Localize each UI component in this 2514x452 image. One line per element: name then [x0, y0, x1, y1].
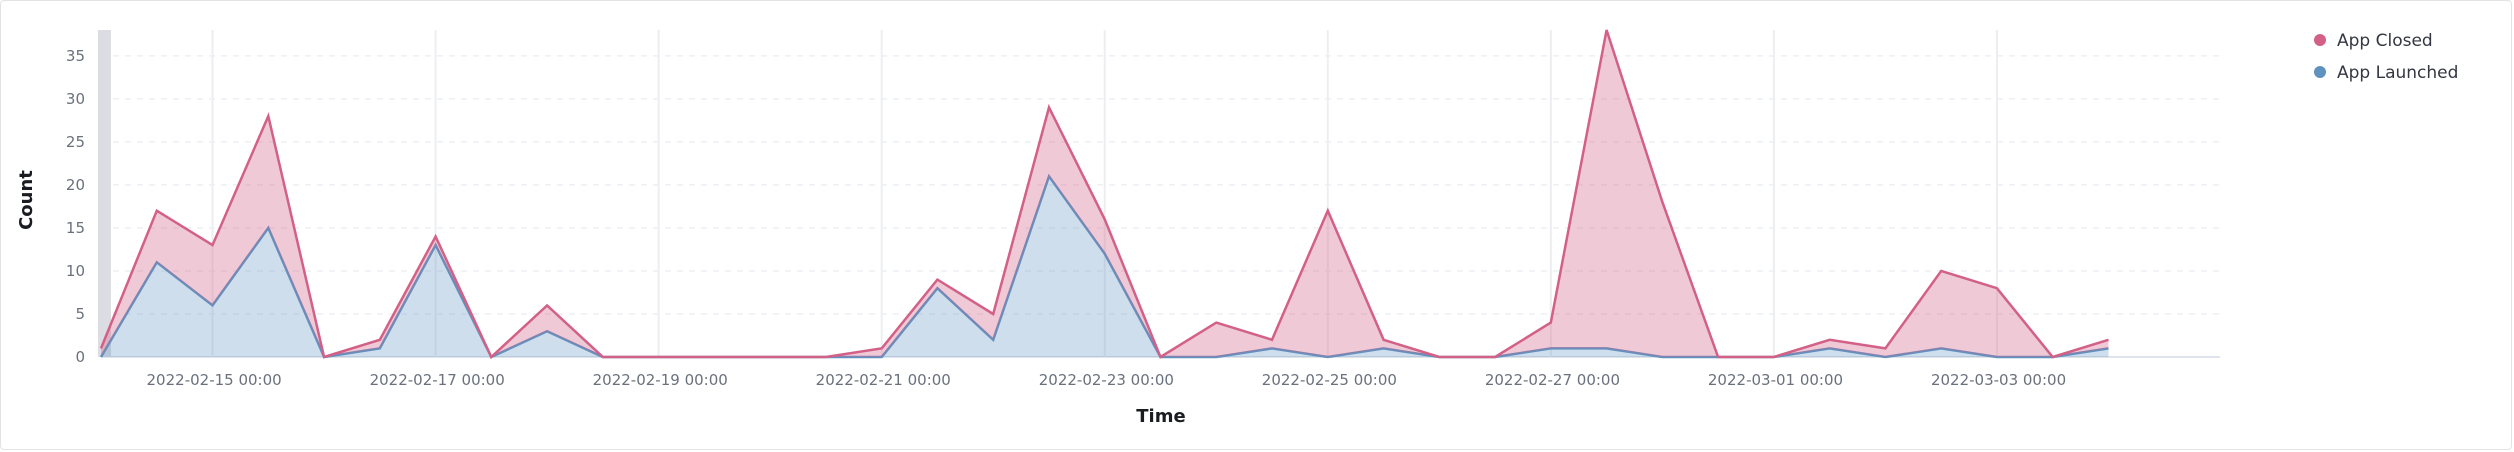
y-tick-label: 25 [66, 133, 85, 151]
stacked-area-chart: 05101520253035 2022-02-15 00:00 2022-02-1… [16, 29, 2458, 427]
y-tick-label: 15 [66, 219, 85, 237]
legend-label[interactable]: App Launched [2337, 63, 2458, 83]
y-tick-label: 20 [66, 176, 85, 194]
y-tick-label: 10 [66, 262, 85, 280]
legend-swatch [2314, 34, 2326, 46]
legend: App Closed App Launched [2314, 31, 2458, 83]
y-tick-label: 0 [75, 348, 85, 366]
x-tick-label: 2022-03-03 00:00 [1931, 371, 2066, 389]
y-tick-label: 30 [66, 90, 85, 108]
brush-edge-marker [98, 30, 111, 357]
x-tick-label: 2022-02-23 00:00 [1039, 371, 1174, 389]
x-tick-label: 2022-02-19 00:00 [593, 371, 728, 389]
y-tick-label: 35 [66, 47, 85, 65]
x-tick-label: 2022-02-21 00:00 [816, 371, 951, 389]
y-axis-title: Count [16, 170, 37, 230]
x-axis-ticks: 2022-02-15 00:00 2022-02-17 00:00 2022-02-… [147, 371, 2067, 389]
legend-label[interactable]: App Closed [2337, 31, 2433, 51]
legend-swatch [2314, 66, 2326, 78]
x-tick-label: 2022-02-15 00:00 [147, 371, 282, 389]
x-tick-label: 2022-02-17 00:00 [370, 371, 505, 389]
x-tick-label: 2022-03-01 00:00 [1708, 371, 1843, 389]
y-tick-label: 5 [75, 305, 85, 323]
y-axis-ticks: 0 5 10 15 20 25 30 35 [66, 47, 85, 366]
x-tick-label: 2022-02-27 00:00 [1485, 371, 1620, 389]
x-tick-label: 2022-02-25 00:00 [1262, 371, 1397, 389]
x-axis-title: Time [1136, 406, 1185, 427]
